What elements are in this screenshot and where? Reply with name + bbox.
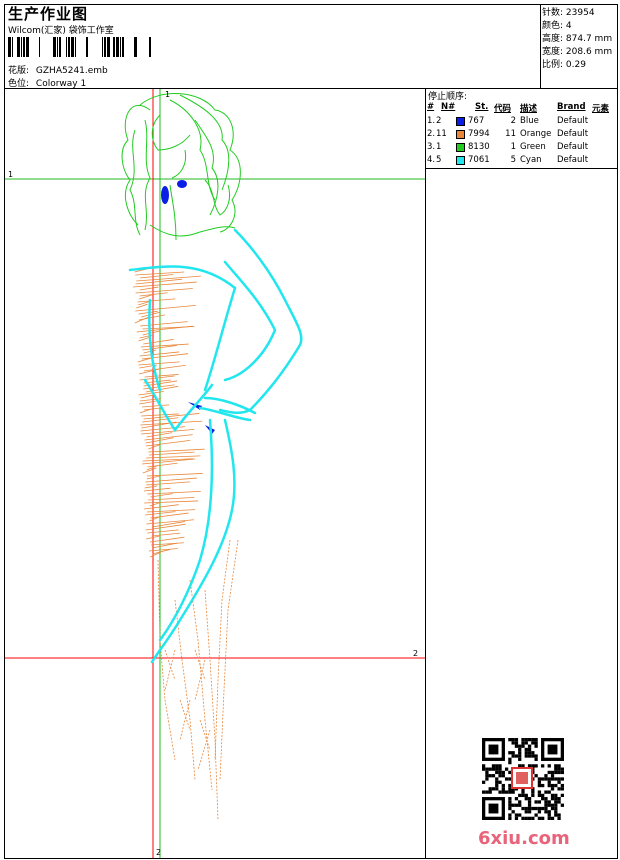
axis-label-top: 1 bbox=[165, 90, 170, 99]
axis-label-right: 2 bbox=[413, 649, 418, 658]
qr-code bbox=[482, 738, 564, 820]
watermark-text: 6xiu.com bbox=[478, 828, 570, 849]
blue-face-details bbox=[161, 180, 215, 434]
axis-label-left: 1 bbox=[8, 170, 13, 179]
green-hair-outline bbox=[121, 93, 241, 241]
design-canvas: 1 1 2 2 bbox=[5, 89, 425, 858]
axis-label-bottom: 2 bbox=[156, 848, 161, 857]
